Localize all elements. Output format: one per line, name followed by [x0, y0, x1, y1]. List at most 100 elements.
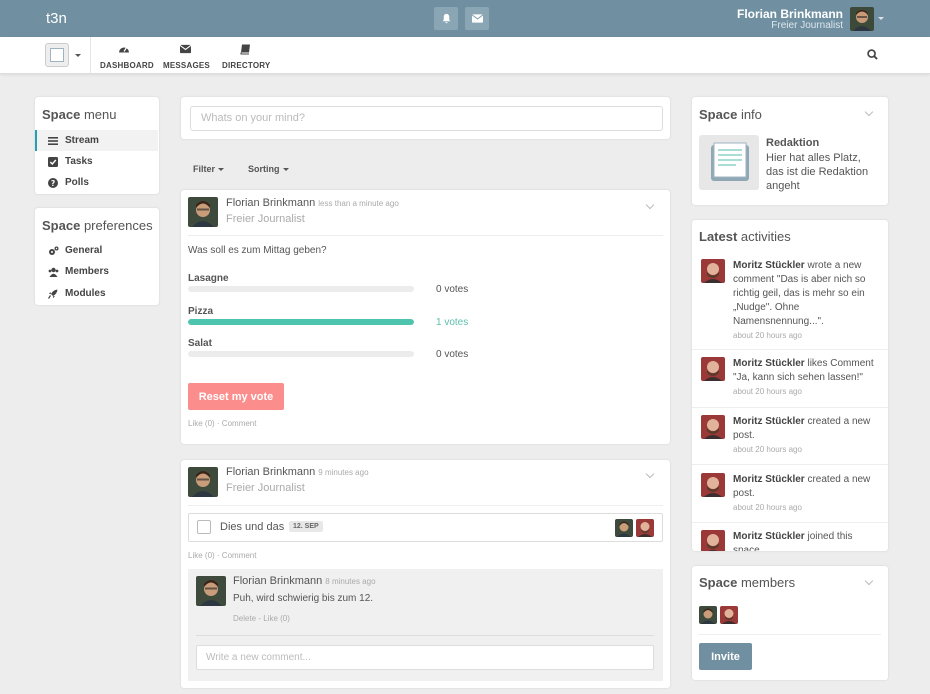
chevron-down-icon[interactable] [645, 200, 655, 210]
activity-text: Moritz Stückler created a new post. [733, 474, 871, 499]
post-actions: Like (0) · Comment [188, 551, 257, 560]
avatar[interactable] [850, 7, 874, 31]
poll-option-bar [188, 319, 414, 325]
filter-dropdown[interactable]: Filter [193, 164, 225, 174]
activity-item[interactable]: Moritz Stückler likes Comment "Ja, kann … [692, 350, 888, 408]
dashboard-icon [119, 47, 129, 53]
post-actions: Like (0) · Comment [188, 419, 257, 428]
main-nav: DASHBOARD MESSAGES DIRECTORY [0, 37, 930, 74]
post-author[interactable]: Florian Brinkmann 9 minutes ago [226, 466, 369, 478]
brand-logo[interactable]: t3n [46, 10, 67, 27]
comment-link[interactable]: Comment [222, 419, 257, 428]
avatar[interactable] [615, 519, 633, 537]
chevron-down-icon[interactable] [864, 576, 874, 586]
avatar[interactable] [720, 606, 738, 624]
checkbox-icon [48, 156, 60, 167]
search-icon[interactable] [867, 49, 878, 60]
space-name: Redaktion [766, 137, 820, 149]
poll-option-votes[interactable]: 1 votes [436, 317, 468, 328]
activity-text: Moritz Stückler likes Comment "Ja, kann … [733, 358, 874, 383]
task-item: Dies und das 12. SEP [188, 513, 663, 542]
like-link[interactable]: Like (0) [188, 551, 215, 560]
activity-time: about 20 hours ago [733, 331, 802, 340]
task-checkbox[interactable] [197, 520, 211, 534]
svg-text:?: ? [51, 179, 55, 188]
space-description: Hier hat alles Platz, das ist die Redakt… [766, 152, 869, 192]
task-post: Florian Brinkmann 9 minutes ago Freier Jo… [181, 460, 670, 688]
chevron-down-icon [218, 168, 225, 172]
sidebar-item-general[interactable]: General [35, 240, 158, 261]
nav-messages[interactable]: MESSAGES [163, 42, 210, 71]
avatar[interactable] [701, 357, 725, 381]
divider [188, 235, 663, 236]
notifications-button[interactable] [434, 7, 458, 30]
reset-vote-button[interactable]: Reset my vote [188, 383, 284, 410]
activity-item[interactable]: Moritz Stückler created a new post. abou… [692, 408, 888, 465]
book-icon [240, 44, 250, 55]
sidebar-item-label: General [65, 245, 103, 256]
space-menu-title: Space menu [42, 107, 117, 122]
post-input[interactable]: Whats on your mind? [190, 106, 663, 131]
activity-item[interactable]: Moritz Stückler created a new post. abou… [692, 465, 888, 523]
user-title: Freier Journalist [771, 20, 843, 31]
nav-dashboard[interactable]: DASHBOARD [100, 42, 154, 71]
nav-dashboard-label: DASHBOARD [100, 61, 154, 70]
post-subtitle: Freier Journalist [226, 482, 305, 494]
sorting-label: Sorting [248, 164, 280, 174]
composer-panel: Whats on your mind? [181, 97, 670, 139]
avatar[interactable] [188, 197, 218, 227]
sidebar-item-label: Stream [65, 135, 99, 146]
sidebar-item-polls[interactable]: ? Polls [35, 172, 158, 193]
space-info-title: Space info [699, 107, 762, 122]
user-name[interactable]: Florian Brinkmann [737, 7, 843, 21]
chevron-down-icon[interactable] [864, 107, 874, 117]
chevron-down-icon [282, 168, 289, 172]
list-icon [48, 136, 60, 145]
question-icon: ? [48, 177, 60, 188]
space-info-panel: Space info Redaktion Hier hat alles Plat… [692, 97, 888, 205]
invite-button[interactable]: Invite [699, 643, 752, 670]
chevron-down-icon[interactable] [645, 469, 655, 479]
sorting-dropdown[interactable]: Sorting [248, 164, 289, 174]
divider [196, 635, 654, 636]
sidebar-item-label: Members [65, 266, 109, 277]
avatar[interactable] [701, 259, 725, 283]
activity-time: about 20 hours ago [733, 387, 802, 396]
sidebar-item-modules[interactable]: Modules [35, 283, 158, 304]
divider [699, 634, 881, 635]
post-author[interactable]: Florian Brinkmann less than a minute ago [226, 197, 399, 209]
rocket-icon [48, 289, 60, 299]
sidebar-item-members[interactable]: Members [35, 261, 158, 282]
avatar[interactable] [636, 519, 654, 537]
chevron-down-icon[interactable] [878, 17, 884, 20]
space-preferences-title: Space preferences [42, 218, 153, 233]
like-link[interactable]: Like (0) [188, 419, 215, 428]
sidebar-item-label: Modules [65, 288, 106, 299]
comment-input[interactable]: Write a new comment... [196, 645, 654, 670]
sidebar-item-tasks[interactable]: Tasks [35, 151, 158, 172]
divider [90, 37, 91, 74]
activity-text: Moritz Stückler joined this space. [733, 531, 853, 551]
avatar[interactable] [701, 473, 725, 497]
activity-item[interactable]: Moritz Stückler wrote a new comment "Das… [692, 253, 888, 350]
due-date-badge: 12. SEP [289, 521, 323, 532]
nav-directory[interactable]: DIRECTORY [222, 42, 270, 71]
space-members-title: Space members [699, 575, 796, 590]
avatar[interactable] [699, 606, 717, 624]
avatar[interactable] [196, 576, 226, 606]
avatar[interactable] [188, 467, 218, 497]
comment-link[interactable]: Comment [222, 551, 257, 560]
activity-text: Moritz Stückler created a new post. [733, 416, 871, 441]
space-chooser[interactable] [45, 43, 69, 67]
activity-item[interactable]: Moritz Stückler joined this space. [692, 523, 888, 551]
task-title[interactable]: Dies und das [220, 521, 284, 533]
chevron-down-icon[interactable] [75, 54, 81, 57]
avatar[interactable] [701, 415, 725, 439]
sidebar-item-stream[interactable]: Stream [35, 130, 158, 151]
messages-button[interactable] [465, 7, 489, 30]
comment-author[interactable]: Florian Brinkmann 8 minutes ago [233, 575, 376, 587]
comment-actions[interactable]: Delete - Like (0) [233, 614, 290, 623]
poll-option-bar [188, 286, 414, 292]
cogs-icon [48, 246, 60, 256]
avatar[interactable] [701, 530, 725, 551]
